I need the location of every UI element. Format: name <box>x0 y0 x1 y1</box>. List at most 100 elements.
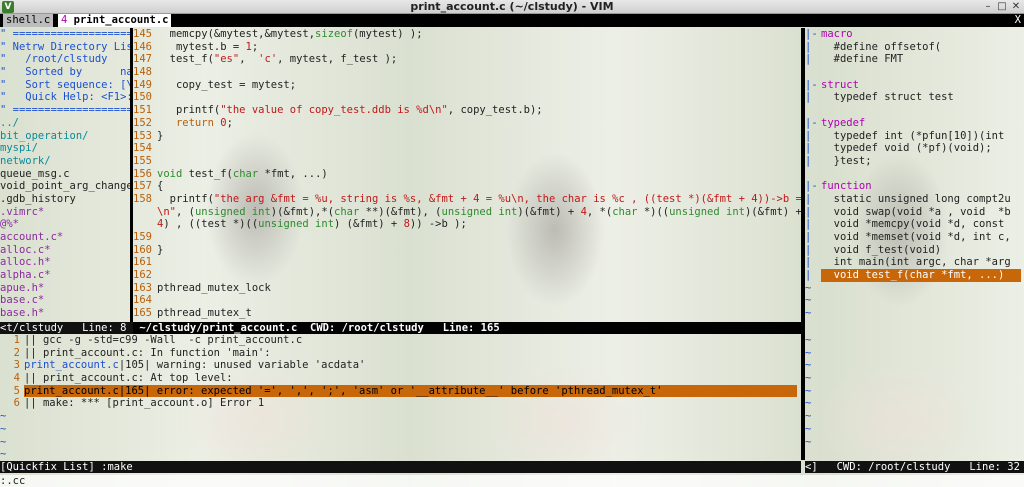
taglist-entry[interactable]: | void f_test(void) <box>805 244 1024 257</box>
taglist-entry <box>805 104 1024 117</box>
taglist-entry[interactable]: | #define FMT <box>805 53 1024 66</box>
command-line[interactable]: :.cc <box>0 475 1024 487</box>
code-line[interactable]: 164 <box>133 294 801 307</box>
netrw-entry[interactable]: bit_operation/ <box>0 130 130 143</box>
netrw-entry[interactable]: queue_msg.c <box>0 168 130 181</box>
code-line[interactable]: 145 memcpy(&mytest,&mytest,sizeof(mytest… <box>133 28 801 41</box>
taglist-entry[interactable]: | typedef struct test <box>805 91 1024 104</box>
taglist-entry[interactable]: | void test_f(char *fmt, ...) <box>805 269 1024 282</box>
quickfix-entry[interactable]: 4 || print_account.c: At top level: <box>0 372 801 385</box>
tab-window-count: 4 <box>61 14 68 26</box>
taglist-group[interactable]: |- macro <box>805 28 1024 41</box>
code-text: } <box>157 129 164 142</box>
code-line[interactable]: 160} <box>133 244 801 257</box>
taglist-entry <box>805 168 1024 181</box>
line-number: 155 <box>133 154 152 167</box>
code-line[interactable]: 156 void test_f(char *fmt, ...) <box>133 168 801 181</box>
code-line[interactable]: 154 <box>133 142 801 155</box>
code-line[interactable]: 162 <box>133 269 801 282</box>
netrw-entry[interactable]: @%* <box>0 218 130 231</box>
netrw-file-browser[interactable]: " ===============================" Netrw… <box>0 28 130 321</box>
taglist-entry[interactable]: | static unsigned long compt2u <box>805 193 1024 206</box>
netrw-entry[interactable]: .gdb_history <box>0 193 130 206</box>
code-line[interactable]: 147 test_f("es", 'c', mytest, f_test ); <box>133 53 801 66</box>
quickfix-entry[interactable]: 5 print_account.c|165| error: expected '=… <box>0 384 801 398</box>
quickfix-filename[interactable]: print_account.c <box>24 385 119 397</box>
code-line[interactable]: 150 <box>133 91 801 104</box>
taglist-entry[interactable]: | typedef void (*pf)(void); <box>805 142 1024 155</box>
code-editor[interactable]: 145 memcpy(&mytest,&mytest,sizeof(mytest… <box>133 28 801 321</box>
empty-line-marker: ~ <box>805 307 1024 320</box>
taglist-entry[interactable]: | }test; <box>805 155 1024 168</box>
netrw-entry[interactable]: .vimrc* <box>0 206 130 219</box>
taglist-empty-area: ~ ~ ~ ~ ~ ~ ~ ~ ~ <box>805 334 1024 460</box>
code-line[interactable]: 151 printf("the value of copy_test.ddb i… <box>133 104 801 117</box>
taglist-text: void swap(void *a , void *b <box>821 205 1011 218</box>
netrw-entry[interactable]: alloc.c* <box>0 244 130 257</box>
code-text: pthread_mutex_lock <box>157 281 271 294</box>
code-line[interactable]: 146 mytest.b = 1; <box>133 41 801 54</box>
empty-line-marker: ~ <box>805 346 812 359</box>
quickfix-filename[interactable]: print_account.c <box>24 359 119 371</box>
code-line[interactable]: 152 return 0; <box>133 117 801 130</box>
netrw-entry[interactable]: account.c* <box>0 231 130 244</box>
taglist-group[interactable]: |- function <box>805 180 1024 193</box>
netrw-entry[interactable]: base.h* <box>0 307 130 320</box>
code-line[interactable]: 149 copy_test = mytest; <box>133 79 801 92</box>
code-line[interactable]: 159 <box>133 231 801 244</box>
code-text: } <box>157 243 164 256</box>
code-line[interactable]: 163 pthread_mutex_lock <box>133 282 801 295</box>
taglist-entry[interactable]: | void swap(void *a , void *b <box>805 206 1024 219</box>
line-number: 146 <box>133 40 152 53</box>
netrw-entry[interactable]: alpha.c* <box>0 269 130 282</box>
quickfix-entry[interactable]: 3 print_account.c|105| warning: unused va… <box>0 359 801 372</box>
window-titlebar[interactable]: V print_account.c (~/clstudy) - VIM – □ … <box>0 0 1024 14</box>
code-line[interactable]: \n", (unsigned int)(&fmt),*(char **)(&fm… <box>133 206 801 219</box>
tab-print-account-c[interactable]: 4 print_account.c <box>58 14 172 27</box>
code-line[interactable]: 4) , ((test *)((unsigned int) (&fmt) + 8… <box>133 218 801 231</box>
code-line[interactable]: 161 <box>133 256 801 269</box>
code-line[interactable]: 153} <box>133 130 801 143</box>
fold-marker: | <box>805 256 812 269</box>
code-text: 4) , ((test *)((unsigned int) (&fmt) + 8… <box>157 218 467 231</box>
tab-close-button[interactable]: X <box>1015 14 1021 27</box>
netrw-entry[interactable]: apue.h* <box>0 282 130 295</box>
code-line[interactable]: 148 <box>133 66 801 79</box>
taglist-entry[interactable]: | void *memset(void *d, int c, <box>805 231 1024 244</box>
quickfix-entry[interactable]: 6 || make: *** [print_account.o] Error 1 <box>0 397 801 410</box>
code-line[interactable]: 158 printf("the arg &fmt = %u, string is… <box>133 193 801 206</box>
netrw-entry[interactable]: void_point_arg_change.c <box>0 180 130 193</box>
quickfix-entry[interactable]: 1 || gcc -g -std=c99 -Wall -c print_accou… <box>0 334 801 347</box>
taglist-group[interactable]: |- typedef <box>805 117 1024 130</box>
netrw-entry[interactable]: myspi/ <box>0 142 130 155</box>
quickfix-list[interactable]: 1 || gcc -g -std=c99 -Wall -c print_accou… <box>0 334 801 460</box>
code-text: memcpy(&mytest,&mytest,sizeof(mytest) ); <box>157 28 423 40</box>
taglist-text: typedef <box>821 116 866 129</box>
taglist-entry[interactable]: | int main(int argc, char *arg <box>805 256 1024 269</box>
code-line[interactable]: 165 pthread_mutex_t <box>133 307 801 320</box>
code-line[interactable]: 155 <box>133 155 801 168</box>
tab-shell-c[interactable]: shell.c <box>3 14 54 27</box>
fold-marker: | <box>805 192 812 205</box>
netrw-entry[interactable]: network/ <box>0 155 130 168</box>
line-number: 152 <box>133 116 152 129</box>
netrw-entry[interactable]: base.c* <box>0 294 130 307</box>
line-number: 159 <box>133 231 152 243</box>
netrw-entry[interactable]: alloc.h* <box>0 256 130 269</box>
maximize-button[interactable]: □ <box>996 1 1008 13</box>
taglist-text: macro <box>821 28 853 40</box>
taglist-group[interactable]: |- struct <box>805 79 1024 92</box>
minimize-button[interactable]: – <box>982 1 994 13</box>
taglist-entry[interactable]: | #define offsetof( <box>805 41 1024 54</box>
taglist-panel[interactable]: |- macro | #define offsetof(| #define FMT |… <box>805 28 1024 328</box>
taglist-entry[interactable]: | typedef int (*pfun[10])(int <box>805 130 1024 143</box>
taglist-entry[interactable]: | void *memcpy(void *d, const <box>805 218 1024 231</box>
quickfix-text: || gcc -g -std=c99 -Wall -c print_accoun… <box>24 334 303 346</box>
code-text: mytest.b = 1; <box>157 40 259 53</box>
window-title: print_account.c (~/clstudy) - VIM <box>410 0 614 13</box>
fold-marker: | <box>805 154 812 167</box>
netrw-entry[interactable]: ../ <box>0 117 130 130</box>
quickfix-entry[interactable]: 2 || print_account.c: In function 'main': <box>0 347 801 360</box>
code-line[interactable]: 157 { <box>133 180 801 193</box>
close-button[interactable]: ✕ <box>1010 1 1022 13</box>
